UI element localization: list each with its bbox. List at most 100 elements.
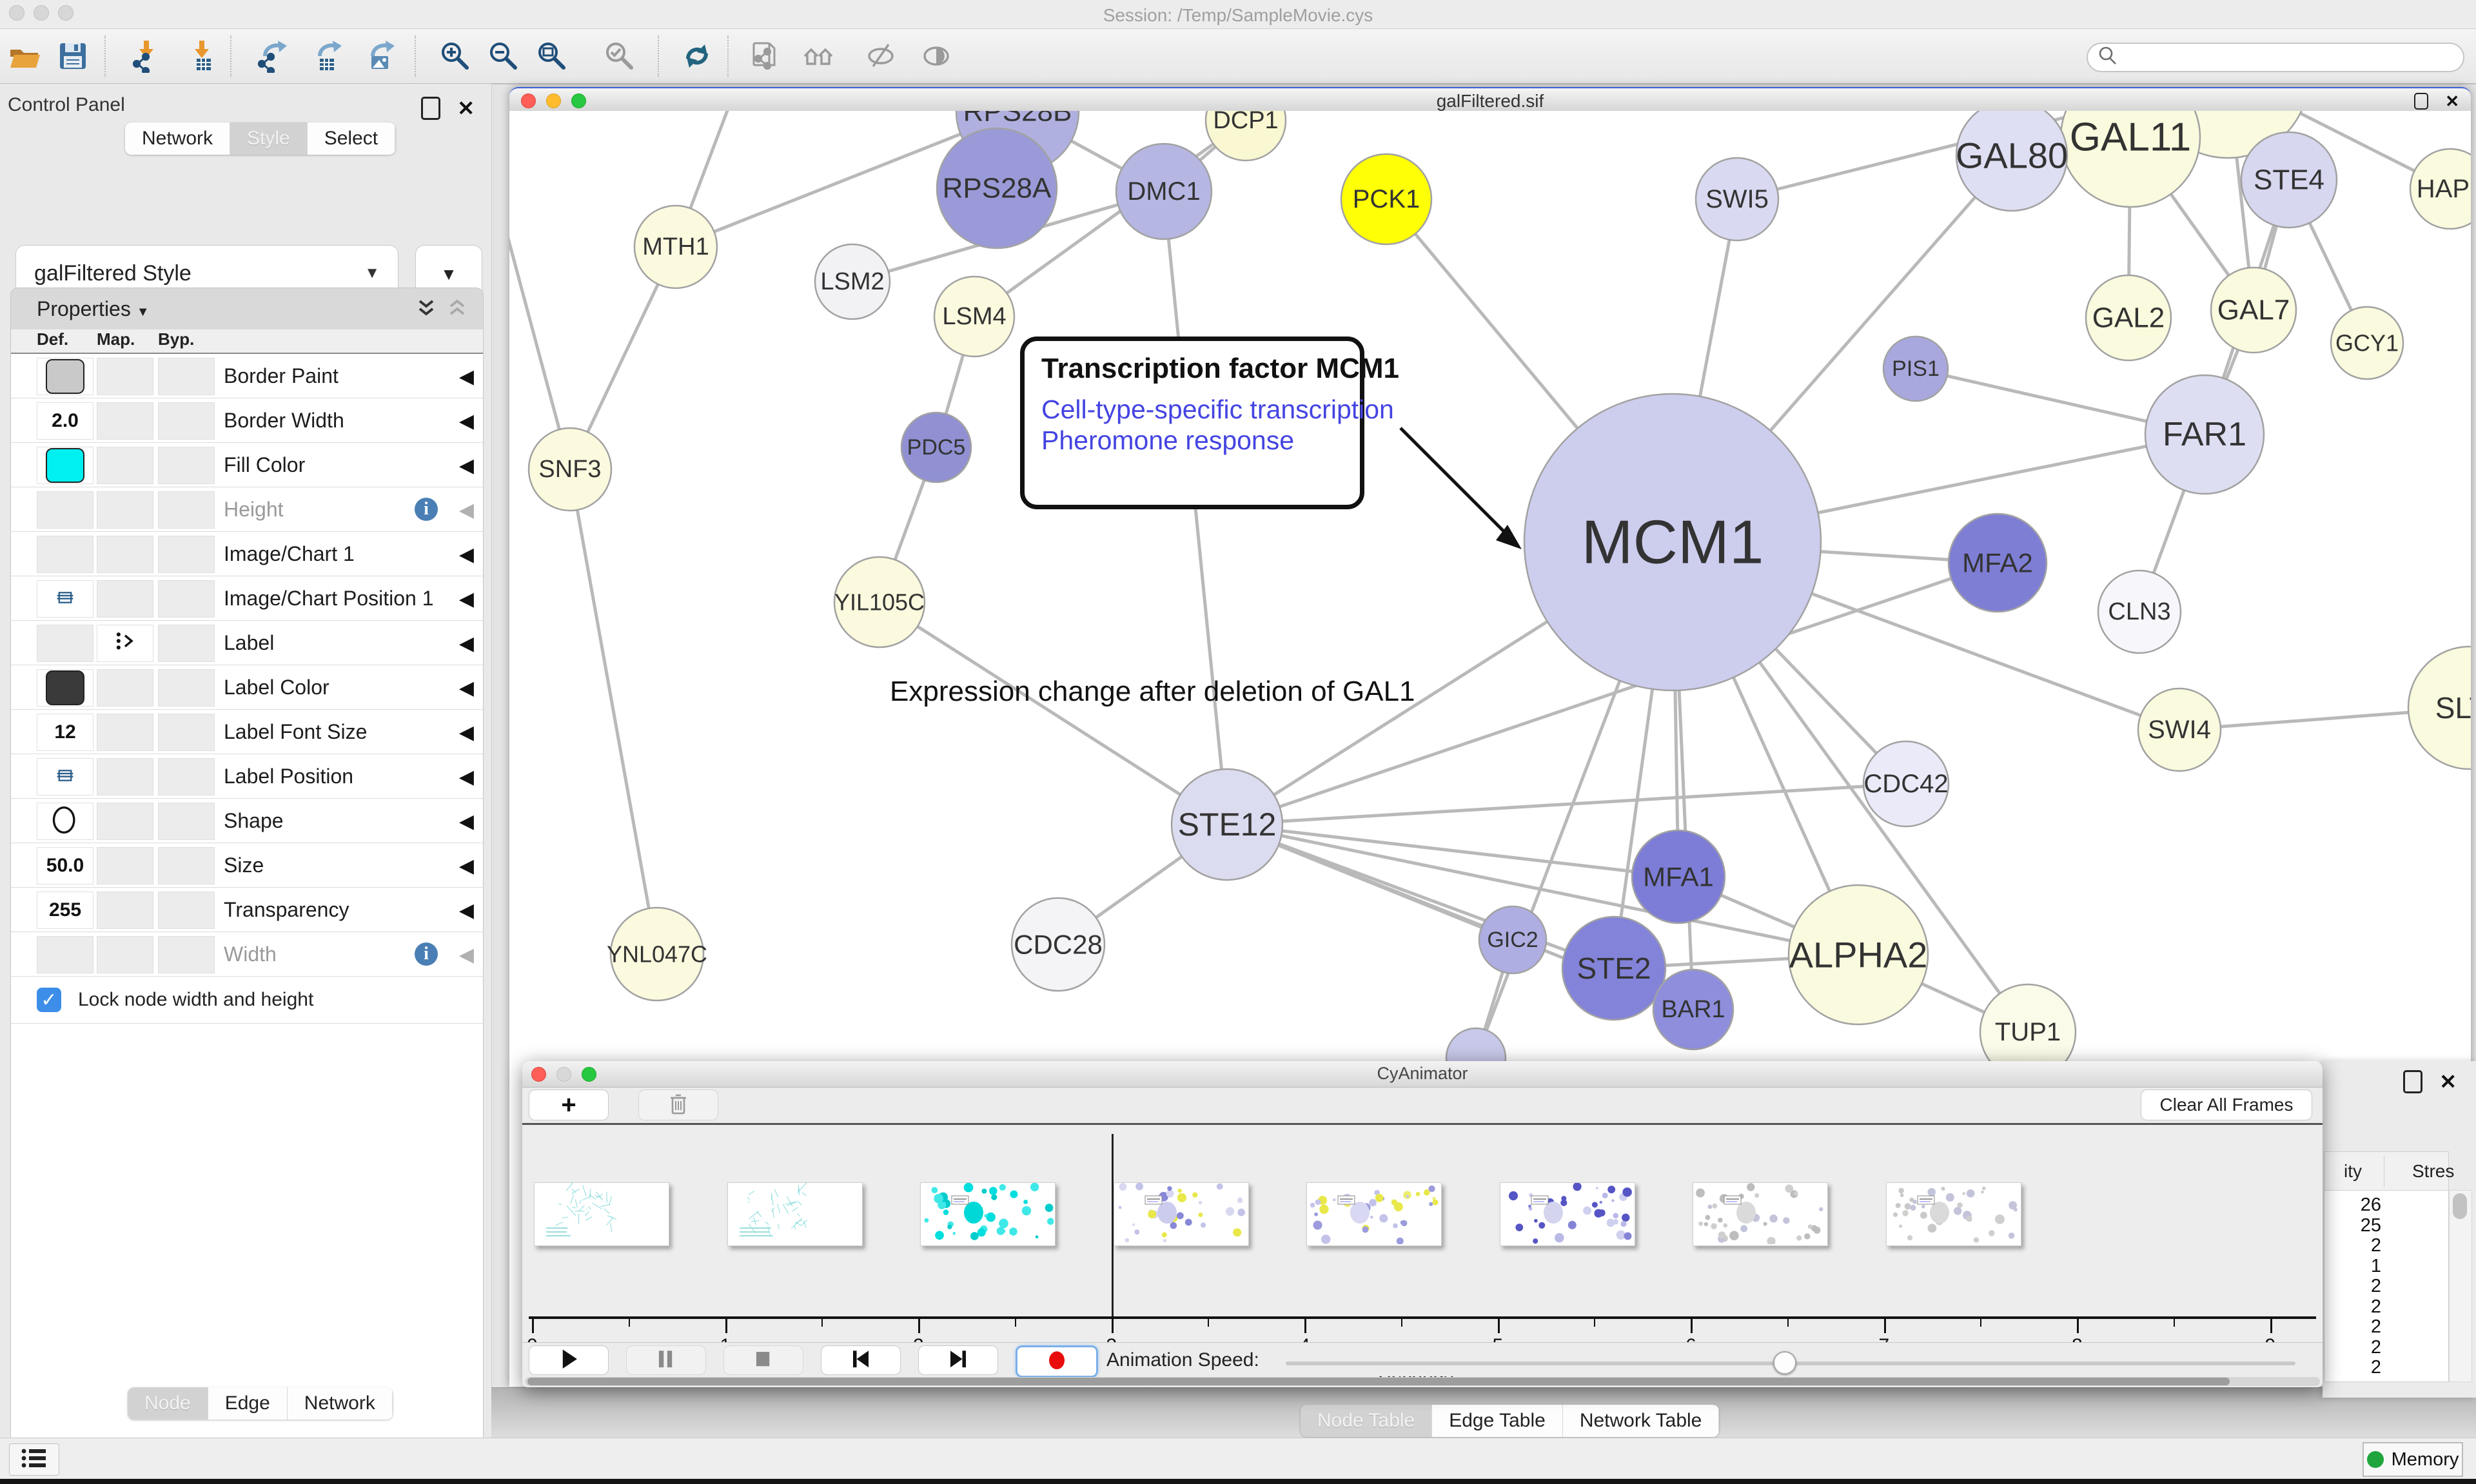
property-def-cell[interactable] — [37, 447, 93, 484]
table-header[interactable]: ity Stres — [2324, 1151, 2449, 1192]
frame-thumbnail-3[interactable] — [920, 1182, 1056, 1246]
expand-property-icon[interactable]: ◀ — [459, 944, 474, 966]
close-icon[interactable]: ✕ — [2439, 1072, 2457, 1091]
timeline-playhead[interactable] — [1112, 1134, 1114, 1316]
expand-property-icon[interactable]: ◀ — [459, 588, 474, 610]
property-def-cell[interactable]: 2.0 — [37, 402, 93, 440]
network-node-alpha2[interactable]: ALPHA2 — [1789, 885, 1928, 1024]
info-icon[interactable]: i — [415, 942, 438, 966]
table-cell[interactable]: 2 — [2330, 1235, 2381, 1256]
property-def-cell[interactable]: 50.0 — [37, 847, 93, 884]
pause-button[interactable] — [626, 1345, 706, 1375]
stop-button[interactable] — [723, 1345, 803, 1375]
first-neighbors-icon[interactable] — [801, 38, 837, 74]
network-node-gal11[interactable]: GAL11 — [2061, 111, 2200, 207]
property-byp-cell[interactable] — [158, 803, 215, 840]
cyanimator-titlebar[interactable]: CyAnimator — [522, 1061, 2323, 1088]
network-node-hap2[interactable]: HAP2 — [2410, 149, 2471, 229]
cyanimator-hscrollbar[interactable] — [525, 1377, 2320, 1386]
annotation-link[interactable]: Cell-type-specific transcription — [1041, 394, 1343, 425]
zoom-fit-icon[interactable] — [534, 38, 570, 74]
refresh-icon[interactable] — [679, 38, 715, 74]
tab-select[interactable]: Select — [308, 122, 395, 155]
property-def-cell[interactable] — [37, 536, 93, 573]
cyanimator-timeline[interactable]: 0123456789 Seconds — [522, 1123, 2323, 1344]
property-row[interactable]: Image/Chart Position 1◀ — [11, 576, 483, 621]
table-cell[interactable]: 2 — [2330, 1357, 2381, 1378]
skip-start-button[interactable] — [821, 1345, 901, 1375]
property-row[interactable]: 255Transparency◀ — [11, 888, 483, 932]
network-node-gic2[interactable]: GIC2 — [1479, 906, 1546, 973]
network-node-mcm1[interactable]: MCM1 — [1524, 394, 1821, 690]
property-byp-cell[interactable] — [158, 714, 215, 751]
property-byp-cell[interactable] — [158, 936, 215, 973]
property-def-cell[interactable] — [37, 625, 93, 662]
expand-property-icon[interactable]: ◀ — [459, 855, 474, 877]
property-def-cell[interactable] — [37, 803, 93, 840]
open-session-icon[interactable] — [6, 38, 43, 74]
expand-property-icon[interactable]: ◀ — [459, 766, 474, 788]
expand-property-icon[interactable]: ◀ — [459, 366, 474, 388]
property-byp-cell[interactable] — [158, 625, 215, 662]
property-def-cell[interactable] — [37, 669, 93, 707]
lock-node-size-row[interactable]: ✓Lock node width and height — [11, 977, 483, 1024]
frame-thumbnail-8[interactable] — [1886, 1182, 2021, 1246]
expand-property-icon[interactable]: ◀ — [459, 543, 474, 566]
close-icon[interactable]: ✕ — [2445, 92, 2459, 111]
property-row[interactable]: 50.0Size◀ — [11, 843, 483, 888]
table-cell[interactable]: 2 — [2330, 1316, 2381, 1338]
frame-thumbnail-7[interactable] — [1693, 1182, 1828, 1246]
property-byp-cell[interactable] — [158, 447, 215, 484]
annotation-link[interactable]: Pheromone response — [1041, 425, 1343, 456]
zoom-out-icon[interactable] — [486, 38, 522, 74]
network-node-cdc28[interactable]: CDC28 — [1012, 898, 1105, 991]
property-def-cell[interactable]: 12 — [37, 714, 93, 751]
animation-speed-thumb[interactable] — [1773, 1351, 1796, 1374]
network-annotation[interactable]: Transcription factor MCM1 Cell-type-spec… — [1020, 337, 1364, 509]
expand-property-icon[interactable]: ◀ — [459, 677, 474, 699]
network-node-lsm4[interactable]: LSM4 — [934, 277, 1014, 356]
table-column-stress[interactable]: Stres — [2412, 1161, 2454, 1182]
property-map-cell[interactable] — [97, 491, 153, 529]
network-node-cdc42[interactable]: CDC42 — [1863, 741, 1949, 826]
network-node-snf3[interactable]: SNF3 — [529, 428, 611, 511]
property-map-cell[interactable] — [97, 536, 153, 573]
property-row[interactable]: Heighti◀ — [11, 487, 483, 532]
save-session-icon[interactable] — [55, 38, 91, 74]
network-node-gal2[interactable]: GAL2 — [2086, 275, 2171, 360]
clear-all-frames-button[interactable]: Clear All Frames — [2141, 1089, 2312, 1120]
expand-property-icon[interactable]: ◀ — [459, 410, 474, 433]
property-map-cell[interactable] — [97, 580, 153, 618]
property-byp-cell[interactable] — [158, 892, 215, 929]
collapse-all-icon[interactable] — [446, 297, 469, 324]
network-node-rps28a[interactable]: RPS28A — [937, 128, 1057, 248]
property-byp-cell[interactable] — [158, 402, 215, 440]
add-frame-button[interactable]: + — [529, 1089, 609, 1120]
tab-style[interactable]: Style — [230, 122, 308, 155]
property-def-cell[interactable] — [37, 580, 93, 618]
property-row[interactable]: Border Paint◀ — [11, 354, 483, 398]
property-row[interactable]: 12Label Font Size◀ — [11, 710, 483, 754]
skip-end-button[interactable] — [918, 1345, 998, 1375]
network-window-titlebar[interactable]: galFiltered.sif ✕ — [509, 87, 2471, 113]
frame-thumbnail-5[interactable] — [1306, 1182, 1442, 1246]
tab-network-table[interactable]: Network Table — [1563, 1405, 1720, 1437]
import-table-icon[interactable] — [184, 38, 220, 74]
network-node-swi5[interactable]: SWI5 — [1696, 158, 1778, 240]
property-row[interactable]: Label Position◀ — [11, 754, 483, 799]
float-window-icon[interactable] — [2414, 93, 2428, 110]
zoom-selected-icon[interactable] — [602, 38, 638, 74]
network-node-mfa1[interactable]: MFA1 — [1632, 830, 1725, 923]
table-cell[interactable]: 25 — [2330, 1215, 2381, 1236]
delete-frame-button[interactable] — [638, 1089, 718, 1120]
property-byp-cell[interactable] — [158, 491, 215, 529]
property-def-cell[interactable] — [37, 358, 93, 395]
import-network-icon[interactable] — [128, 38, 164, 74]
network-node-yil105c[interactable]: YIL105C — [834, 557, 925, 647]
tab-edge-table[interactable]: Edge Table — [1432, 1405, 1563, 1437]
network-node-mth1[interactable]: MTH1 — [634, 206, 717, 288]
network-node-gcy1[interactable]: GCY1 — [2331, 307, 2403, 379]
property-row[interactable]: 2.0Border Width◀ — [11, 398, 483, 443]
network-node-dmc1[interactable]: DMC1 — [1116, 144, 1212, 239]
export-network-icon[interactable] — [255, 38, 291, 74]
